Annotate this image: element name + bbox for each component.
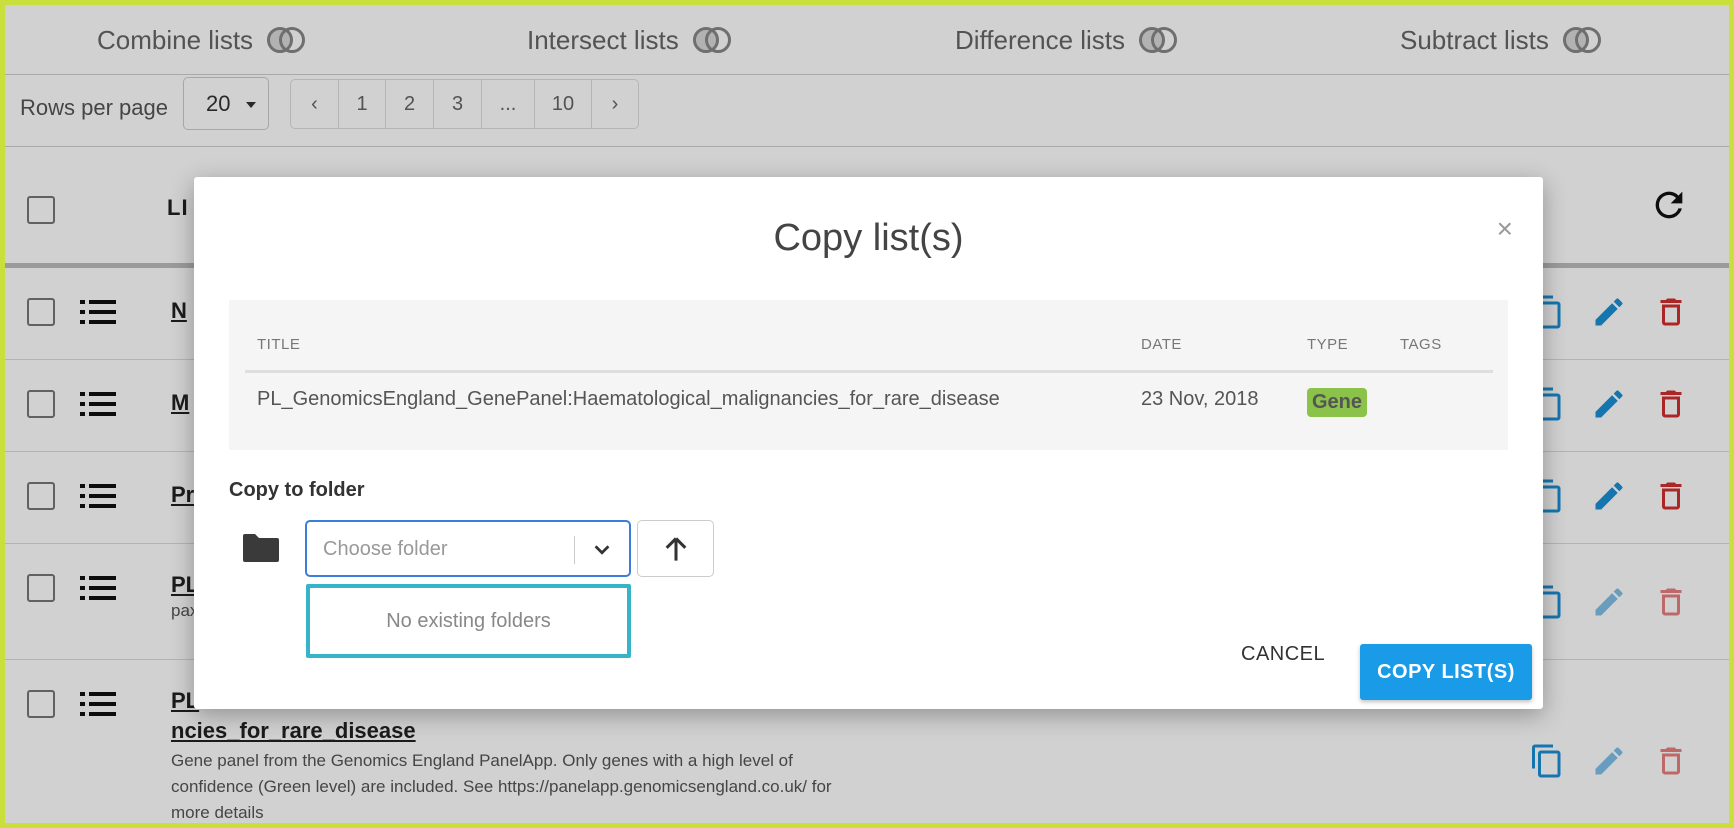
date-column-header: DATE: [1141, 336, 1182, 353]
folder-select-placeholder: Choose folder: [323, 538, 448, 560]
tags-column-header: TAGS: [1400, 336, 1442, 353]
selected-lists-header: TITLE DATE TYPE TAGS: [229, 300, 1508, 393]
list-date: 23 Nov, 2018: [1141, 388, 1259, 410]
folder-dropdown-menu: No existing folders: [306, 584, 631, 658]
dialog-title: Copy list(s): [773, 217, 964, 259]
title-column-header: TITLE: [257, 336, 301, 353]
list-title: PL_GenomicsEngland_GenePanel:Haematologi…: [257, 388, 1000, 410]
copy-to-folder-label: Copy to folder: [229, 479, 365, 501]
select-separator: [574, 536, 575, 564]
app-frame: Combine lists Intersect lists Difference…: [0, 0, 1734, 828]
folder-select[interactable]: Choose folder: [305, 520, 631, 577]
copy-lists-dialog: Copy list(s) × TITLE DATE TYPE TAGS PL_G…: [194, 177, 1543, 709]
type-badge: Gene: [1307, 388, 1368, 417]
cancel-button[interactable]: CANCEL: [1241, 643, 1325, 666]
selected-lists-table: TITLE DATE TYPE TAGS PL_GenomicsEngland_…: [229, 300, 1508, 450]
folder-icon: [243, 534, 279, 562]
copy-lists-button[interactable]: COPY LIST(S): [1360, 644, 1532, 700]
type-column-header: TYPE: [1307, 336, 1349, 353]
parent-folder-button[interactable]: [637, 520, 714, 577]
close-icon[interactable]: ×: [1497, 213, 1513, 245]
chevron-down-icon[interactable]: [591, 539, 613, 561]
no-folders-message: No existing folders: [386, 610, 551, 632]
arrow-up-icon: [665, 537, 687, 561]
header-divider: [245, 370, 1493, 373]
